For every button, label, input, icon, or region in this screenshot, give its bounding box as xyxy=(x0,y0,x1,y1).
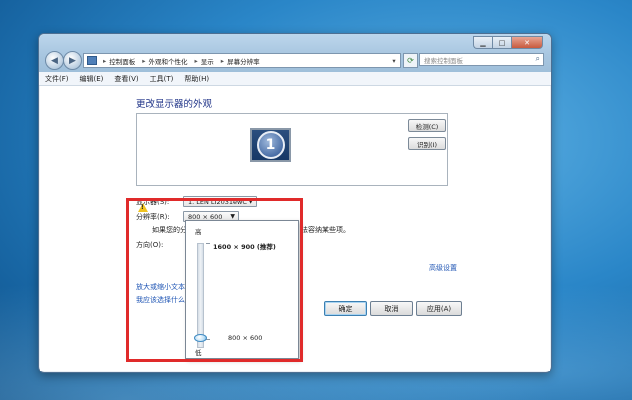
breadcrumb-display[interactable]: 显示 xyxy=(201,56,214,66)
desktop: { "window": { "address": { "crumbs": ["控… xyxy=(0,0,632,400)
search-box[interactable]: 搜索控制面板 ⌕ xyxy=(419,53,544,66)
apply-button[interactable]: 应用(A) xyxy=(416,301,462,316)
forward-button[interactable]: ▶ xyxy=(63,51,82,70)
control-panel-icon xyxy=(87,56,97,65)
monitor-number-badge: 1 xyxy=(256,131,285,159)
back-arrow-icon: ◀ xyxy=(51,55,58,66)
search-icon[interactable]: ⌕ xyxy=(536,54,540,64)
ok-button[interactable]: 确定 xyxy=(324,301,367,316)
forward-arrow-icon: ▶ xyxy=(69,55,76,66)
window-controls: ▁ □ ✕ xyxy=(473,36,543,49)
page-title: 更改显示器的外观 xyxy=(136,99,213,110)
menu-view[interactable]: 查看(V) xyxy=(114,74,138,84)
refresh-button[interactable]: ⟳ xyxy=(403,53,418,68)
monitor-1-tile[interactable]: 1 xyxy=(250,128,291,162)
close-button[interactable]: ✕ xyxy=(511,36,543,49)
menu-tools[interactable]: 工具(T) xyxy=(150,74,174,84)
maximize-button[interactable]: □ xyxy=(492,36,511,49)
minimize-icon: ▁ xyxy=(480,38,486,47)
search-placeholder: 搜索控制面板 xyxy=(424,56,463,65)
detect-button[interactable]: 检测(C) xyxy=(408,119,446,132)
close-icon: ✕ xyxy=(524,38,530,47)
identify-button[interactable]: 识别(I) xyxy=(408,137,446,150)
breadcrumb-separator-icon: ▸ xyxy=(103,56,107,65)
advanced-settings-link[interactable]: 高级设置 xyxy=(429,263,457,273)
address-dropdown-icon[interactable]: ▾ xyxy=(389,54,399,67)
monitor-preview: 1 检测(C) 识别(I) xyxy=(136,113,448,186)
breadcrumb-appearance[interactable]: 外观和个性化 xyxy=(149,56,188,66)
breadcrumb-separator-icon: ▸ xyxy=(220,56,225,65)
title-bar: ▁ □ ✕ ◀ ▶ ▸ 控制面板 ▸ 外观和个性化 ▸ 显示 ▸ 屏幕分辨率 ▾… xyxy=(39,34,551,72)
menu-help[interactable]: 帮助(H) xyxy=(184,74,209,84)
menu-bar: 文件(F) 编辑(E) 查看(V) 工具(T) 帮助(H) xyxy=(39,72,551,86)
back-button[interactable]: ◀ xyxy=(45,51,64,70)
breadcrumb-control-panel[interactable]: 控制面板 xyxy=(109,56,135,66)
breadcrumb-separator-icon: ▸ xyxy=(142,56,146,65)
address-bar[interactable]: ▸ 控制面板 ▸ 外观和个性化 ▸ 显示 ▸ 屏幕分辨率 ▾ xyxy=(83,53,401,68)
menu-file[interactable]: 文件(F) xyxy=(45,74,69,84)
warning-text-tail: 法容纳某些项。 xyxy=(301,226,350,234)
minimize-button[interactable]: ▁ xyxy=(473,36,492,49)
menu-edit[interactable]: 编辑(E) xyxy=(80,74,104,84)
breadcrumb-separator-icon: ▸ xyxy=(194,56,198,65)
highlight-box xyxy=(126,198,303,362)
refresh-icon: ⟳ xyxy=(407,56,414,65)
maximize-icon: □ xyxy=(498,38,506,47)
breadcrumb-screen-resolution[interactable]: 屏幕分辨率 xyxy=(227,56,260,66)
cancel-button[interactable]: 取消 xyxy=(370,301,413,316)
